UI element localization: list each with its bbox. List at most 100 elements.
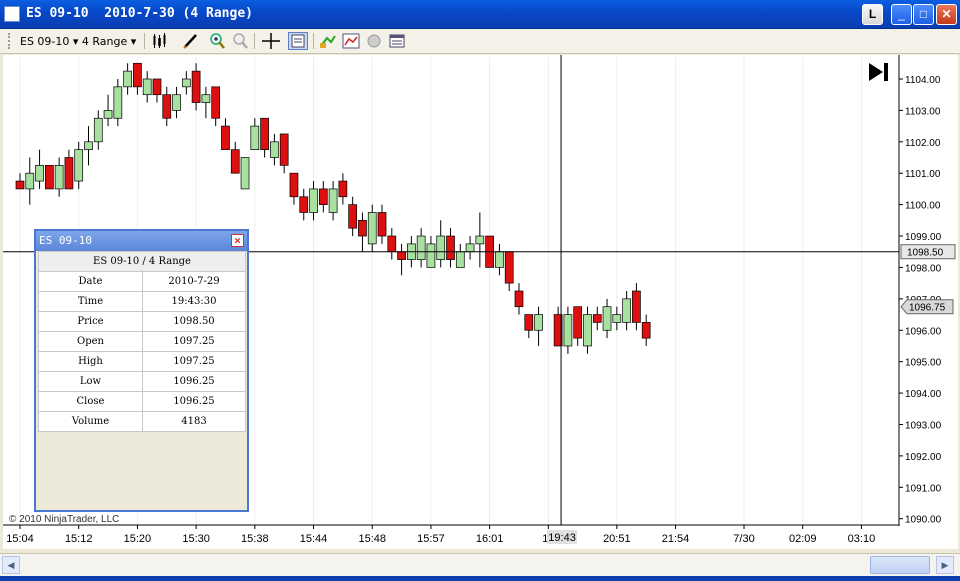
x-tick-label: 02:09 bbox=[789, 533, 817, 545]
up-candle bbox=[612, 314, 622, 323]
down-candle bbox=[162, 94, 172, 119]
down-candle bbox=[45, 165, 54, 190]
chart-toolbar: ES 09-10 ▾ 4 Range ▾ bbox=[0, 29, 960, 54]
up-candle bbox=[25, 172, 35, 190]
up-candle bbox=[309, 188, 318, 213]
down-candle bbox=[289, 172, 299, 198]
down-candle bbox=[446, 235, 455, 260]
down-candle bbox=[152, 78, 162, 96]
down-candle bbox=[191, 70, 201, 103]
toolbar-separator bbox=[313, 33, 314, 49]
up-candle bbox=[35, 165, 44, 182]
x-tick-label: 21:54 bbox=[662, 533, 690, 545]
up-candle bbox=[123, 70, 132, 88]
down-candle bbox=[504, 251, 514, 284]
y-tick-label: 1092.00 bbox=[905, 452, 942, 463]
down-candle bbox=[133, 62, 142, 88]
x-tick-label: 15:12 bbox=[65, 533, 93, 545]
row-value: 1096.25 bbox=[142, 371, 246, 392]
row-label: Price bbox=[38, 311, 143, 332]
up-candle bbox=[240, 157, 250, 190]
jump-to-end-icon[interactable] bbox=[867, 61, 891, 83]
up-candle bbox=[328, 188, 338, 213]
row-label: High bbox=[38, 351, 143, 372]
up-candle bbox=[103, 110, 113, 119]
row-value: 2010-7-29 bbox=[142, 271, 246, 292]
row-label: Close bbox=[38, 391, 143, 412]
minimize-button[interactable]: _ bbox=[891, 4, 912, 25]
row-value: 1097.25 bbox=[142, 331, 246, 352]
x-tick-label: 15:57 bbox=[417, 533, 445, 545]
x-tick-label: 15:44 bbox=[300, 533, 328, 545]
toolbar-grip[interactable] bbox=[8, 33, 11, 49]
indicators-icon[interactable] bbox=[341, 32, 361, 50]
up-candle bbox=[84, 141, 93, 151]
title-bar[interactable]: ES 09-10 2010-7-30 (4 Range) L _ □ ✕ bbox=[0, 0, 960, 29]
down-candle bbox=[573, 306, 583, 339]
pencil-icon[interactable] bbox=[181, 32, 201, 50]
horizontal-scrollbar[interactable]: ◀ ▶ bbox=[0, 553, 960, 576]
candlestick-icon[interactable] bbox=[150, 32, 170, 50]
data-box-title: ES 09-10 bbox=[39, 234, 92, 247]
zoom-in-icon[interactable] bbox=[208, 32, 228, 50]
strategy-icon[interactable] bbox=[364, 32, 384, 50]
data-box-title-bar[interactable]: ES 09-10 × bbox=[36, 231, 247, 251]
scroll-right-button[interactable]: ▶ bbox=[936, 556, 954, 574]
down-candle bbox=[377, 212, 387, 237]
y-tick-label: 1095.00 bbox=[905, 358, 942, 369]
row-label: Date bbox=[38, 271, 143, 292]
x-tick-label: 15:20 bbox=[124, 533, 152, 545]
up-candle bbox=[201, 94, 211, 103]
table-row: Date 2010-7-29 bbox=[38, 271, 246, 292]
down-candle bbox=[348, 204, 358, 229]
table-row: Price 1098.50 bbox=[38, 311, 246, 332]
table-row: Time 19:43:30 bbox=[38, 291, 246, 312]
up-candle bbox=[181, 78, 191, 88]
crosshair-price-label: 1098.50 bbox=[907, 248, 944, 259]
data-box-window[interactable]: ES 09-10 × ES 09-10 / 4 Range Date 2010-7… bbox=[34, 229, 249, 512]
y-tick-label: 1090.00 bbox=[905, 515, 942, 526]
instrument-selector[interactable]: ES 09-10 ▾ 4 Range ▾ bbox=[20, 35, 136, 48]
data-box-icon[interactable] bbox=[288, 32, 308, 50]
x-tick-label: 15:48 bbox=[358, 533, 386, 545]
last-price-label: 1096.75 bbox=[909, 303, 946, 314]
y-tick-label: 1102.00 bbox=[905, 138, 941, 149]
up-candle bbox=[113, 86, 123, 119]
y-tick-label: 1101.00 bbox=[905, 169, 941, 180]
up-candle bbox=[270, 141, 279, 158]
close-button[interactable]: ✕ bbox=[936, 4, 957, 25]
y-tick-label: 1093.00 bbox=[905, 420, 942, 431]
up-candle bbox=[367, 212, 377, 245]
x-tick-label: 7/30 bbox=[733, 533, 754, 545]
x-tick-label: 20:51 bbox=[603, 533, 631, 545]
close-icon[interactable]: × bbox=[231, 234, 244, 247]
down-candle bbox=[592, 314, 602, 323]
row-label: Open bbox=[38, 331, 143, 352]
zoom-out-icon[interactable] bbox=[231, 32, 251, 50]
row-value: 1096.25 bbox=[142, 391, 246, 412]
table-row: Low 1096.25 bbox=[38, 371, 246, 392]
up-candle bbox=[416, 235, 426, 260]
y-tick-label: 1104.00 bbox=[905, 75, 941, 86]
down-candle bbox=[299, 196, 309, 213]
down-candle bbox=[387, 235, 397, 253]
crosshair-icon[interactable] bbox=[261, 32, 281, 50]
instrument-icon[interactable] bbox=[318, 32, 338, 50]
y-tick-label: 1100.00 bbox=[905, 201, 941, 212]
data-box-table: ES 09-10 / 4 Range Date 2010-7-29 Time 19:… bbox=[38, 251, 246, 432]
down-candle bbox=[15, 180, 25, 190]
toolbar-separator bbox=[254, 33, 255, 49]
link-button[interactable]: L bbox=[862, 4, 883, 25]
maximize-button[interactable]: □ bbox=[913, 4, 934, 25]
row-label: Time bbox=[38, 291, 143, 312]
up-candle bbox=[426, 243, 436, 268]
y-tick-label: 1096.00 bbox=[905, 326, 942, 337]
down-candle bbox=[318, 188, 328, 205]
up-candle bbox=[495, 251, 504, 268]
properties-icon[interactable] bbox=[387, 32, 407, 50]
up-candle bbox=[54, 165, 64, 190]
scroll-left-button[interactable]: ◀ bbox=[2, 556, 20, 574]
down-candle bbox=[64, 157, 74, 190]
row-value: 19:43:30 bbox=[142, 291, 246, 312]
scroll-thumb[interactable] bbox=[870, 556, 930, 574]
